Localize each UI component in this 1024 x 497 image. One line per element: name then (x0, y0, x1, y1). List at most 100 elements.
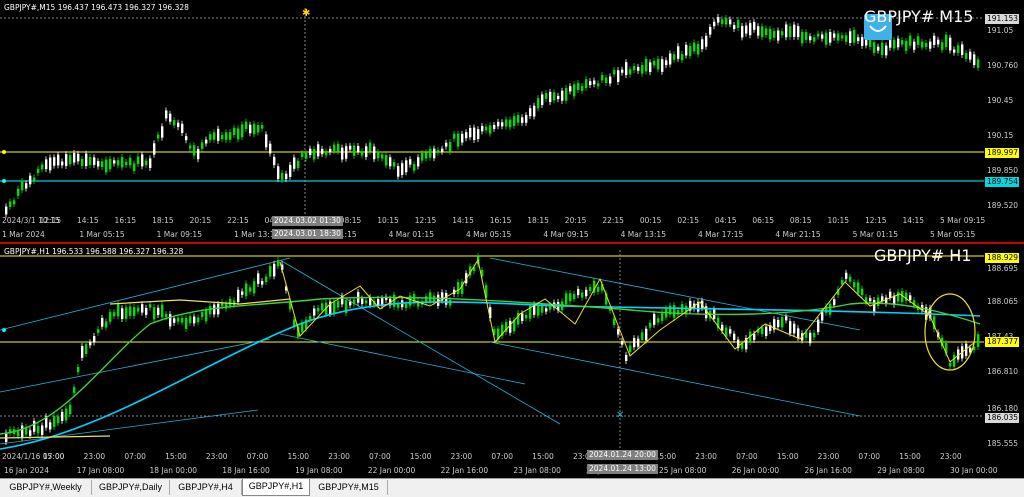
candle-body (965, 53, 968, 59)
candle-body (645, 328, 648, 341)
candle-body (189, 316, 192, 324)
time-tick: 15:00 (287, 452, 310, 461)
candle-body (765, 326, 768, 336)
candle-body (641, 65, 644, 74)
candle-body (301, 153, 304, 157)
time-tick: 23:00 (205, 452, 228, 461)
candle-body (521, 117, 524, 123)
candle-body (749, 23, 752, 36)
candle-body (385, 155, 388, 166)
candle-body (517, 115, 520, 123)
candle-body (605, 77, 608, 83)
candle-body (869, 298, 872, 302)
candle-body (941, 42, 944, 50)
candle-body (201, 142, 204, 149)
candle-body (873, 42, 876, 53)
candle-body (473, 127, 476, 141)
chart-h1[interactable]: ✕ GBPJPY#,H1 196.533 196.588 196.327 196… (0, 242, 1024, 478)
tab-gbpjpy-h4[interactable]: GBPJPY#,H4 (170, 480, 242, 495)
chart-m15[interactable]: ✱ GBPJPY#,M15 196.437 196.473 196.327 19… (0, 0, 1024, 242)
time-tick: 17 Jan 08:00 (76, 466, 125, 475)
candle-body (261, 281, 264, 285)
candle-body (845, 272, 848, 279)
price-tick: 190.45 (987, 96, 1014, 105)
candle-body (625, 354, 628, 361)
candle-body (745, 25, 748, 34)
time-tick: 07:00 (246, 452, 269, 461)
candle-body (977, 59, 980, 68)
candle-body (317, 307, 320, 312)
chart-h1-canvas[interactable]: ✕ (0, 244, 1024, 478)
price-tick: 185.555 (987, 439, 1019, 448)
time-tick: 07:00 (124, 452, 146, 461)
candle-body (233, 127, 236, 135)
candle-body (725, 18, 728, 25)
time-tick: 18:15 (527, 216, 549, 225)
candle-body (53, 416, 56, 427)
tab-gbpjpy-daily[interactable]: GBPJPY#,Daily (92, 480, 170, 495)
candle-body (397, 166, 400, 177)
tab-gbpjpy-h1[interactable]: GBPJPY#,H1 (242, 479, 310, 496)
candle-body (817, 319, 820, 333)
candle-body (105, 321, 108, 328)
candle-body (33, 177, 36, 181)
candle-body (429, 148, 432, 158)
candle-body (877, 46, 880, 51)
candle-body (353, 145, 356, 156)
candle-body (469, 127, 472, 138)
candle-body (345, 146, 348, 159)
time-tick: 23:00 (83, 452, 106, 461)
candle-body (233, 300, 236, 306)
candle-body (341, 147, 344, 160)
candle-body (721, 19, 724, 24)
price-badge-gray: 186.035 (985, 413, 1019, 423)
candle-body (753, 333, 756, 340)
candle-body (501, 122, 504, 127)
tab-gbpjpy-weekly[interactable]: GBPJPY#,Weekly (0, 480, 92, 495)
candle-body (489, 125, 492, 134)
trend-line (489, 341, 861, 417)
time-tick: 23:00 (817, 452, 840, 461)
candle-body (137, 156, 140, 165)
candle-body (509, 119, 512, 128)
candle-body (937, 39, 940, 45)
candle-body (149, 304, 152, 308)
candle-body (525, 314, 528, 319)
candle-body (897, 38, 900, 48)
candle-body (253, 123, 256, 135)
candle-body (829, 303, 832, 315)
trend-line (0, 338, 271, 393)
candle-body (741, 26, 744, 38)
candle-body (549, 91, 552, 103)
candle-body (461, 133, 464, 143)
cursor-time-label: 2024.03.01 18:30 (272, 229, 343, 239)
candle-body (337, 300, 340, 308)
candle-body (901, 40, 904, 45)
candle-body (449, 142, 452, 152)
candle-body (121, 308, 124, 320)
time-tick: 22 Jan 00:00 (367, 466, 416, 475)
candle-body (281, 172, 284, 180)
candle-body (557, 95, 560, 100)
candle-body (677, 46, 680, 59)
candle-body (513, 116, 516, 126)
tab-gbpjpy-m15[interactable]: GBPJPY#,M15 (310, 480, 388, 495)
price-tick: 186.180 (987, 404, 1019, 413)
candle-body (453, 133, 456, 139)
price-tick: 190.15 (987, 131, 1014, 140)
candle-body (781, 317, 784, 328)
candle-body (241, 124, 244, 138)
candle-body (813, 37, 816, 42)
candle-body (145, 160, 148, 166)
candle-body (349, 301, 352, 306)
candle-body (909, 295, 912, 301)
candle-body (129, 306, 132, 316)
price-tick: 190.760 (987, 61, 1019, 70)
candle-body (653, 60, 656, 66)
candle-body (49, 422, 52, 430)
time-tick: 22:15 (227, 216, 249, 225)
candle-body (717, 17, 720, 23)
time-tick: 1 Mar 2024 (2, 230, 45, 239)
candle-body (169, 113, 172, 122)
candle-body (45, 159, 48, 170)
